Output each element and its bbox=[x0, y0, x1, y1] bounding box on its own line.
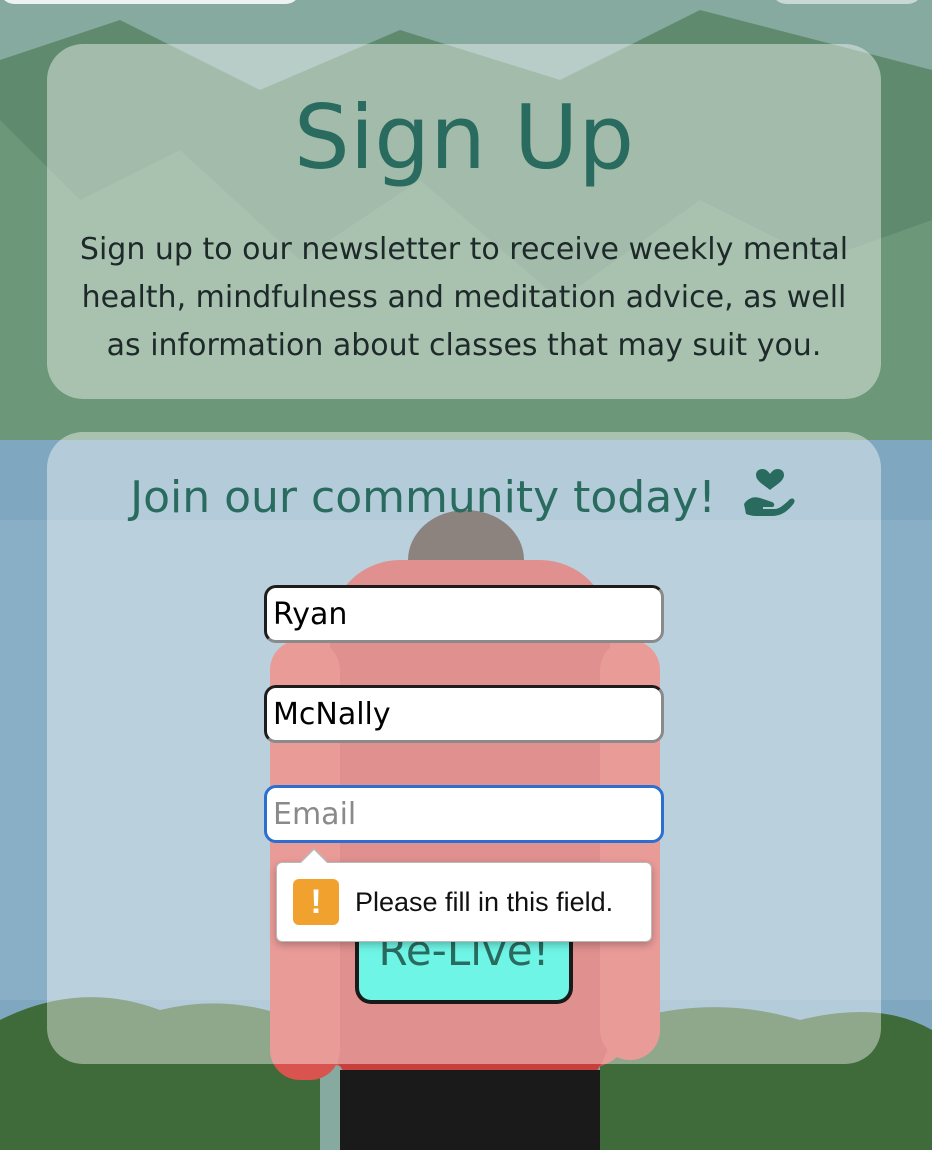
warning-icon: ! bbox=[293, 879, 339, 925]
join-heading: Join our community today! bbox=[47, 432, 881, 536]
hand-holding-heart-icon bbox=[742, 468, 798, 536]
nav-pill-left bbox=[0, 0, 300, 4]
join-heading-text: Join our community today! bbox=[130, 472, 716, 523]
intro-card: Sign Up Sign up to our newsletter to rec… bbox=[47, 44, 881, 399]
email-field[interactable] bbox=[264, 785, 664, 843]
first-name-field[interactable] bbox=[264, 585, 664, 643]
page: Sign Up Sign up to our newsletter to rec… bbox=[0, 0, 932, 1150]
validation-message: Please fill in this field. bbox=[355, 886, 614, 917]
validation-tooltip: ! Please fill in this field. bbox=[276, 848, 652, 942]
intro-text: Sign up to our newsletter to receive wee… bbox=[79, 232, 849, 363]
last-name-field[interactable] bbox=[264, 685, 664, 743]
nav-pill-right bbox=[772, 0, 922, 4]
page-title: Sign Up bbox=[293, 86, 635, 189]
signup-form-card: Join our community today! Re-Live! ! Ple… bbox=[47, 432, 881, 1064]
